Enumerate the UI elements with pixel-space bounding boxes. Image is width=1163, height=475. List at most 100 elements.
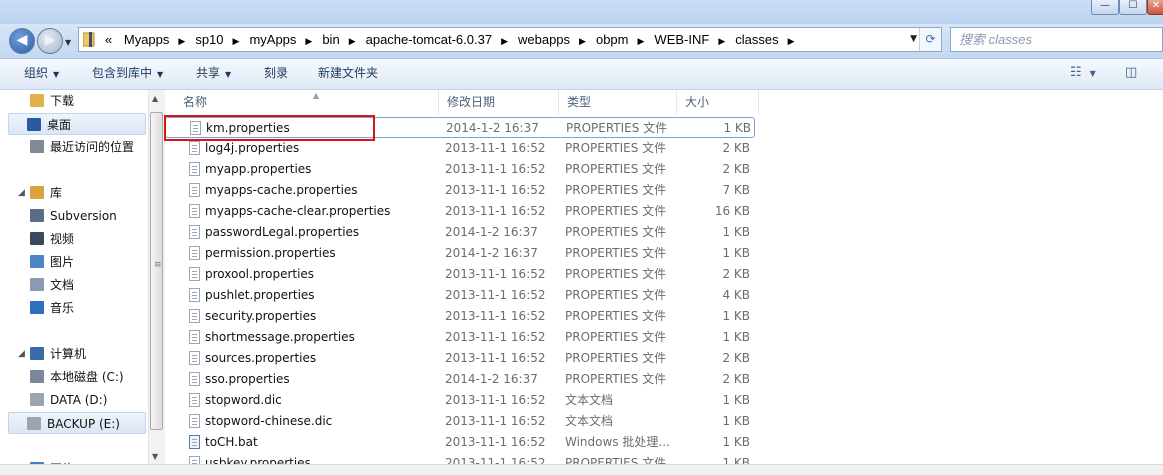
share-menu[interactable]: 共享 ▼: [196, 59, 231, 89]
new-folder-label: 新建文件夹: [318, 66, 379, 80]
minimize-button[interactable]: —: [1091, 0, 1119, 15]
breadcrumb-separator-icon[interactable]: ▶: [178, 36, 185, 46]
breadcrumb-item[interactable]: sp10: [195, 32, 223, 47]
breadcrumb-item[interactable]: webapps: [518, 32, 570, 47]
nav-item[interactable]: DATA (D:): [10, 389, 107, 411]
nav-item[interactable]: 本地磁盘 (C:): [10, 366, 124, 388]
breadcrumb-overflow[interactable]: «: [105, 32, 112, 47]
breadcrumb-separator-icon[interactable]: ▶: [788, 36, 795, 46]
file-row[interactable]: myapps-cache.properties 2013-11-1 16:52 PR…: [165, 180, 755, 201]
nav-item[interactable]: 下载: [10, 90, 74, 112]
include-in-library-menu[interactable]: 包含到库中 ▼: [92, 59, 163, 89]
file-name: sso.properties: [205, 372, 290, 386]
nav-item[interactable]: 文档: [10, 274, 74, 296]
column-size-label: 大小: [685, 95, 710, 109]
breadcrumb-item[interactable]: obpm: [596, 32, 629, 47]
breadcrumb-separator-icon[interactable]: ▶: [501, 36, 508, 46]
address-field[interactable]: « Myapps ▶ sp10 ▶ myApps ▶ bin ▶ apache-tomcat-6…: [78, 27, 942, 52]
close-button[interactable]: ✕: [1147, 0, 1163, 15]
breadcrumb-item[interactable]: myApps: [249, 32, 296, 47]
file-row[interactable]: myapps-cache-clear.properties 2013-11-1 1…: [165, 201, 755, 222]
navigation-scrollbar[interactable]: ▲ ≡ ▼: [148, 90, 165, 464]
nav-item[interactable]: ◢ 计算机: [10, 343, 86, 365]
file-date: 2014-1-2 16:37: [445, 246, 538, 260]
horizontal-scrollbar[interactable]: [0, 464, 1163, 475]
preview-pane-button[interactable]: ◫: [1125, 65, 1137, 80]
breadcrumb-item[interactable]: classes: [735, 32, 778, 47]
nav-item[interactable]: 音乐: [10, 297, 74, 319]
nav-item[interactable]: 桌面: [8, 113, 146, 135]
tree-expand-icon[interactable]: ◢: [18, 182, 25, 204]
file-row[interactable]: pushlet.properties 2013-11-1 16:52 PROPERT…: [165, 285, 755, 306]
file-row[interactable]: sources.properties 2013-11-1 16:52 PROPERT…: [165, 348, 755, 369]
file-row[interactable]: sso.properties 2014-1-2 16:37 PROPERTIES 文…: [165, 369, 755, 390]
properties-file-icon: [189, 330, 200, 344]
breadcrumb-item[interactable]: apache-tomcat-6.0.37: [366, 32, 492, 47]
nav-item-label: 库: [50, 186, 63, 200]
column-header-name[interactable]: ▲ 名称: [175, 90, 439, 115]
recent-pages-dropdown[interactable]: ▼: [65, 38, 71, 47]
file-row[interactable]: proxool.properties 2013-11-1 16:52 PROPERT…: [165, 264, 755, 285]
file-size: 2 KB: [722, 141, 750, 155]
nav-item-label: 视频: [50, 232, 75, 246]
nav-item[interactable]: 图片: [10, 251, 74, 273]
organize-menu[interactable]: 组织 ▼: [24, 59, 59, 89]
refresh-button[interactable]: ⟳: [919, 28, 941, 51]
file-row[interactable]: myapp.properties 2013-11-1 16:52 PROPERTIE…: [165, 159, 755, 180]
maximize-button[interactable]: ☐: [1119, 0, 1147, 15]
forward-button[interactable]: ▶: [37, 28, 63, 54]
file-row[interactable]: toCH.bat 2013-11-1 16:52 Windows 批处理... 1 K…: [165, 432, 755, 453]
scroll-down-icon[interactable]: ▼: [152, 452, 158, 461]
nav-item[interactable]: 最近访问的位置: [10, 136, 134, 158]
file-row[interactable]: stopword.dic 2013-11-1 16:52 文本文档 1 KB: [165, 390, 755, 411]
change-view-button[interactable]: ☷ ▼: [1070, 65, 1096, 80]
tree-expand-icon[interactable]: ◢: [18, 343, 25, 365]
file-name: myapp.properties: [205, 162, 312, 176]
breadcrumb-separator-icon[interactable]: ▶: [638, 36, 645, 46]
file-row[interactable]: shortmessage.properties 2013-11-1 16:52 PR…: [165, 327, 755, 348]
library-icon: [30, 209, 44, 222]
file-name: passwordLegal.properties: [205, 225, 360, 239]
nav-item[interactable]: 视频: [10, 228, 74, 250]
file-size: 2 KB: [722, 162, 750, 176]
scrollbar-thumb[interactable]: ≡: [150, 112, 163, 430]
file-name: sources.properties: [205, 351, 317, 365]
file-row[interactable]: stopword-chinese.dic 2013-11-1 16:52 文本文档 1…: [165, 411, 755, 432]
properties-file-icon: [189, 162, 200, 176]
column-header-type[interactable]: 类型: [559, 90, 677, 115]
desktop-icon: [27, 118, 41, 131]
scroll-up-icon[interactable]: ▲: [152, 94, 158, 103]
drive-icon: [30, 393, 44, 406]
file-date: 2013-11-1 16:52: [445, 330, 546, 344]
file-type: PROPERTIES 文件: [565, 162, 667, 176]
file-row[interactable]: log4j.properties 2013-11-1 16:52 PROPERTIE…: [165, 138, 755, 159]
column-header-size[interactable]: 大小: [677, 90, 759, 115]
libraries-icon: [30, 186, 44, 199]
new-folder-button[interactable]: 新建文件夹: [318, 59, 378, 88]
file-date: 2013-11-1 16:52: [445, 267, 546, 281]
breadcrumb-item[interactable]: WEB-INF: [654, 32, 709, 47]
nav-item[interactable]: Subversion: [10, 205, 117, 227]
breadcrumb-separator-icon[interactable]: ▶: [579, 36, 586, 46]
file-row[interactable]: security.properties 2013-11-1 16:52 PROPER…: [165, 306, 755, 327]
column-header-date[interactable]: 修改日期: [439, 90, 559, 115]
breadcrumb-item[interactable]: bin: [322, 32, 339, 47]
file-row[interactable]: permission.properties 2014-1-2 16:37 PROPE…: [165, 243, 755, 264]
file-date: 2013-11-1 16:52: [445, 288, 546, 302]
breadcrumb-separator-icon[interactable]: ▶: [718, 36, 725, 46]
downloads-folder-icon: [30, 94, 44, 107]
chevron-down-icon: ▼: [1089, 69, 1096, 78]
burn-button[interactable]: 刻录: [264, 59, 288, 88]
breadcrumb-separator-icon[interactable]: ▶: [233, 36, 240, 46]
nav-item-label: 文档: [50, 278, 75, 292]
breadcrumb-separator-icon[interactable]: ▶: [305, 36, 312, 46]
file-row[interactable]: passwordLegal.properties 2014-1-2 16:37 PR…: [165, 222, 755, 243]
back-button[interactable]: ◀: [9, 28, 35, 54]
search-input[interactable]: 搜索 classes: [950, 27, 1163, 52]
file-date: 2013-11-1 16:52: [445, 162, 546, 176]
nav-item[interactable]: BACKUP (E:): [8, 412, 146, 434]
breadcrumb-separator-icon[interactable]: ▶: [349, 36, 356, 46]
address-history-dropdown[interactable]: ▼: [910, 28, 917, 51]
nav-item[interactable]: ◢ 库: [10, 182, 62, 204]
breadcrumb-item[interactable]: Myapps: [124, 32, 170, 47]
